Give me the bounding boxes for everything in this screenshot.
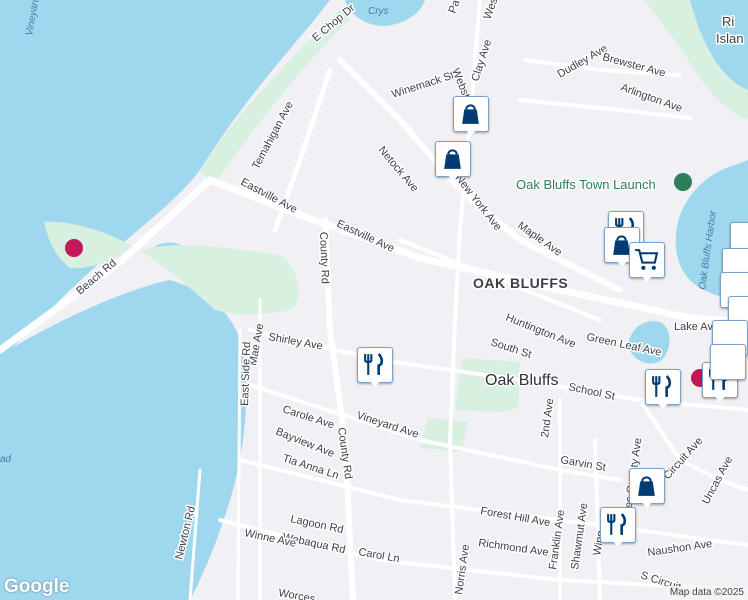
label-vineyard-ave: Vineyard Ave xyxy=(355,409,420,440)
restaurant-icon xyxy=(364,353,384,375)
label-eastville-ave-2: Eastville Ave xyxy=(335,218,396,255)
label-island-2: Islan xyxy=(716,31,743,46)
poi-beach-circle[interactable] xyxy=(65,239,83,257)
google-logo: Google xyxy=(4,576,70,597)
label-worces: Worces xyxy=(277,587,316,600)
shopping-bag-icon xyxy=(444,149,461,169)
poi-launch-circle[interactable] xyxy=(674,173,692,191)
label-island-1: Ri xyxy=(722,14,734,29)
label-forest-hill-ave: Forest Hill Ave xyxy=(479,505,551,529)
restaurant-icon xyxy=(652,375,672,397)
label-carol-ln: Carol Ln xyxy=(357,546,400,565)
water-lagoon-pond xyxy=(0,280,247,600)
marker-shopping-4[interactable] xyxy=(629,468,665,508)
label-lagoon-rd: Lagoon Rd xyxy=(289,513,344,536)
label-oak-bluffs: Oak Bluffs xyxy=(485,372,559,389)
label-carole-ave: Carole Ave xyxy=(281,403,336,431)
label-uncas-ave: Uncas Ave xyxy=(700,455,735,507)
label-netock-ave: Netock Ave xyxy=(376,144,421,194)
restaurant-icon xyxy=(607,513,627,535)
label-crystal: Crys xyxy=(368,6,389,17)
label-east-side-rd: East Side Rd xyxy=(239,342,253,407)
marker-cart[interactable] xyxy=(629,242,665,282)
label-winemack-st: Winemack St xyxy=(390,69,455,100)
map-data-attribution[interactable]: Map data ©2025 xyxy=(665,586,748,600)
label-2nd-ave: 2nd Ave xyxy=(539,398,556,439)
marker-restaurant-2[interactable] xyxy=(357,347,393,387)
label-naushon-ave: Naushon Ave xyxy=(647,538,713,559)
marker-edge-6[interactable] xyxy=(710,344,746,384)
label-shawmut-ave: Shawmut Ave xyxy=(569,502,590,570)
label-town-launch: Oak Bluffs Town Launch xyxy=(516,177,656,192)
label-shirley-ave: Shirley Ave xyxy=(267,331,323,352)
shopping-cart-icon xyxy=(635,249,659,270)
label-richmond-ave: Richmond Ave xyxy=(478,537,550,559)
marker-restaurant-5[interactable] xyxy=(600,507,636,547)
label-south-st: South St xyxy=(489,336,533,360)
marker-shopping-2[interactable] xyxy=(435,141,471,181)
label-ad: ad xyxy=(0,454,12,465)
label-oak-bluffs-caps: OAK BLUFFS xyxy=(473,275,568,291)
marker-restaurant-3[interactable] xyxy=(645,369,681,409)
label-pa: Pa xyxy=(447,0,463,15)
label-school-st: School St xyxy=(567,381,616,403)
label-brewster-ave: Brewster Ave xyxy=(601,51,667,79)
label-west: West xyxy=(482,0,502,21)
label-county-rd-1: County Rd xyxy=(317,232,331,284)
marker-shopping-1[interactable] xyxy=(453,96,489,136)
shopping-bag-icon xyxy=(638,476,655,496)
shopping-bag-icon xyxy=(462,104,479,124)
